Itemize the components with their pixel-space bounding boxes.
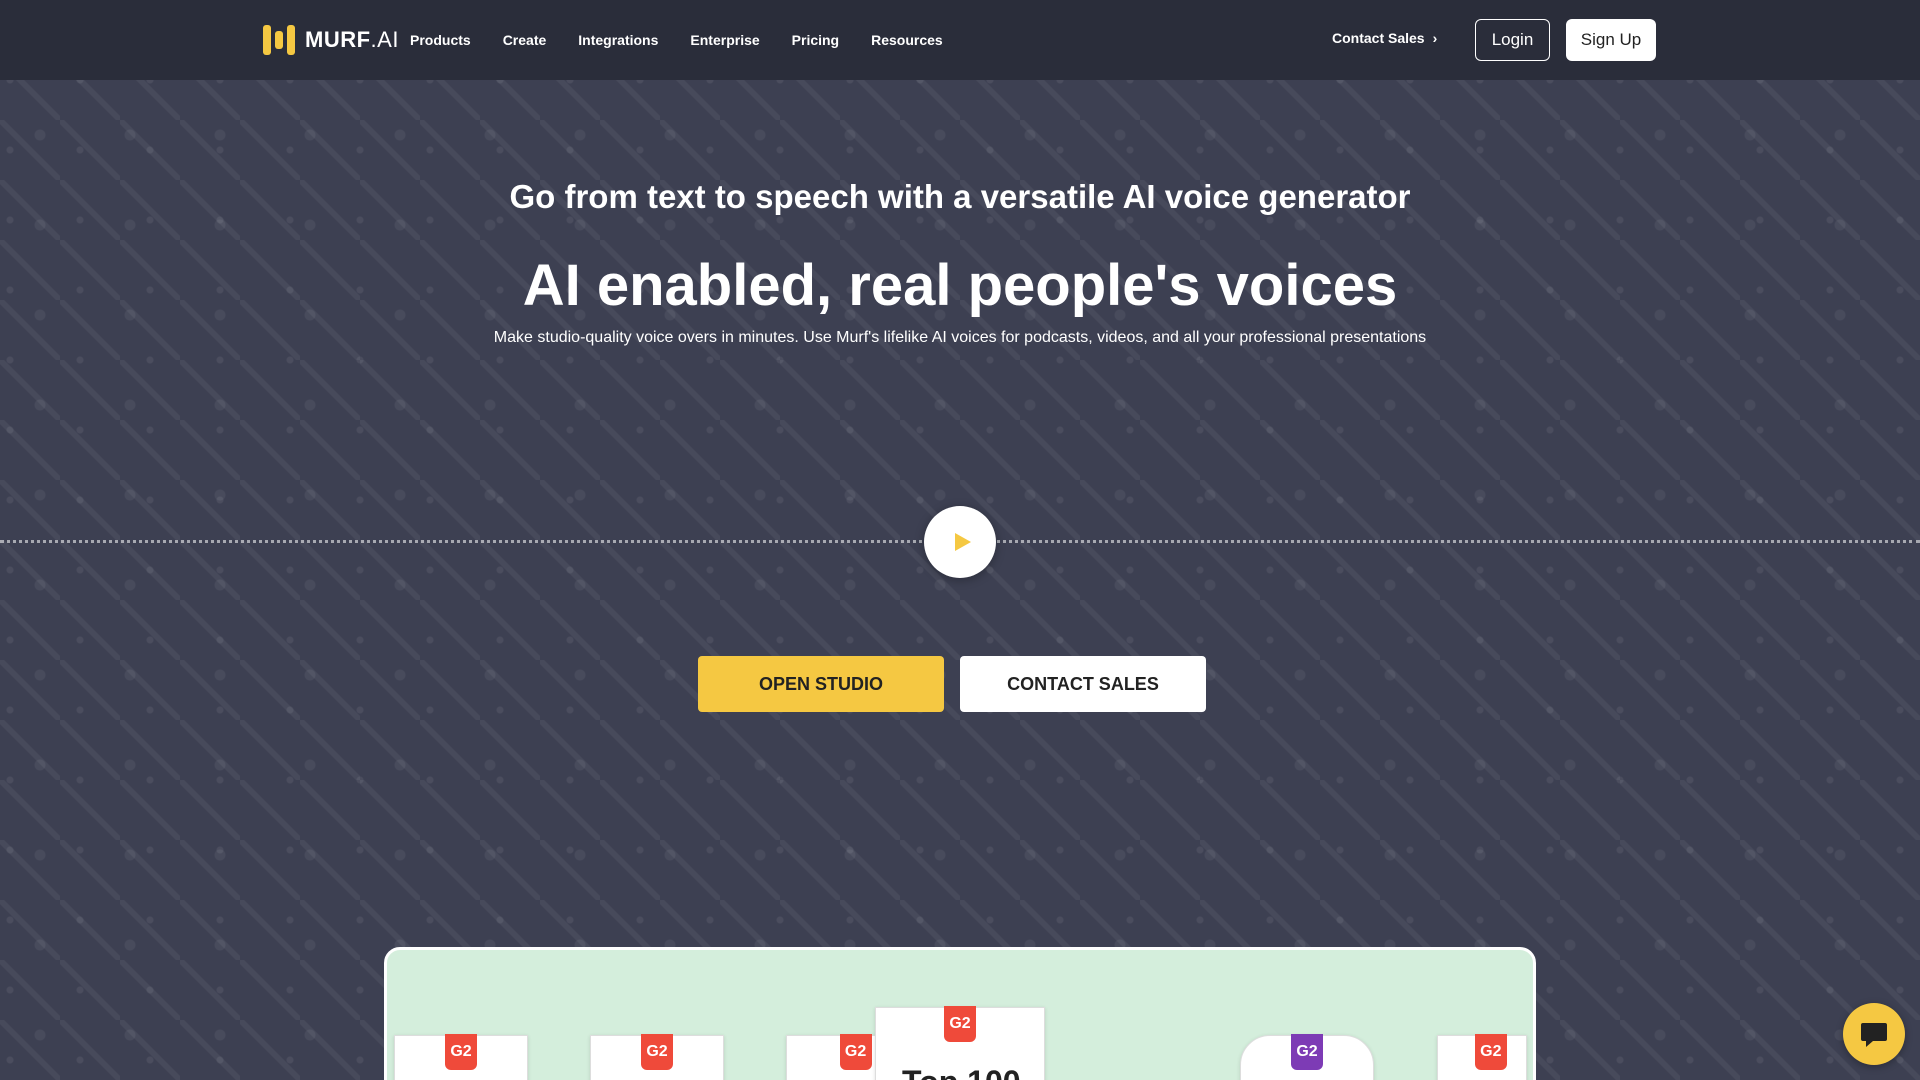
contact-sales-button[interactable]: CONTACT SALES bbox=[960, 656, 1206, 712]
awards-panel: G2 G2 G2 G2 Top 100 G2 G2 bbox=[384, 947, 1536, 1080]
hero-subtitle: Go from text to speech with a versatile … bbox=[509, 178, 1411, 215]
hero-title: AI enabled, real people's voices bbox=[522, 253, 1398, 318]
play-icon bbox=[954, 533, 971, 551]
g2-badge: G2 bbox=[394, 1034, 528, 1080]
open-studio-button[interactable]: OPEN STUDIO bbox=[698, 656, 944, 712]
nav-integrations[interactable]: Integrations bbox=[578, 32, 658, 48]
badge-title: Top 100 bbox=[902, 1064, 1021, 1080]
g2-logo-icon: G2 bbox=[641, 1034, 673, 1070]
navbar: MURF.AI Products Create Integrations Ent… bbox=[0, 0, 1920, 80]
hero-description: Make studio-quality voice overs in minut… bbox=[493, 329, 1427, 346]
g2-badge: G2 bbox=[590, 1034, 724, 1080]
g2-logo-icon: G2 bbox=[839, 1034, 872, 1070]
login-button[interactable]: Login bbox=[1475, 19, 1550, 61]
g2-logo-icon: G2 bbox=[1291, 1034, 1323, 1070]
chevron-right-icon: › bbox=[1432, 30, 1438, 46]
nav-products[interactable]: Products bbox=[410, 32, 471, 48]
signup-button[interactable]: Sign Up bbox=[1566, 19, 1656, 61]
g2-badge: G2 bbox=[1437, 1034, 1527, 1080]
chat-icon bbox=[1861, 1023, 1887, 1047]
g2-badge: G2 bbox=[1240, 1034, 1374, 1080]
g2-top-100-badge: G2 Top 100 bbox=[875, 1006, 1045, 1080]
murf-logo-icon bbox=[263, 25, 295, 55]
chat-widget-button[interactable] bbox=[1843, 1003, 1905, 1065]
brand-name: MURF.AI bbox=[305, 27, 399, 52]
nav-pricing[interactable]: Pricing bbox=[792, 32, 839, 48]
nav-create[interactable]: Create bbox=[503, 32, 547, 48]
g2-logo-icon: G2 bbox=[445, 1034, 477, 1070]
main-nav: Products Create Integrations Enterprise … bbox=[410, 0, 975, 80]
murf-logo[interactable]: MURF.AI bbox=[263, 25, 399, 55]
contact-sales-link[interactable]: Contact Sales › bbox=[1332, 30, 1437, 46]
g2-logo-icon: G2 bbox=[944, 1006, 976, 1042]
g2-badge: G2 bbox=[786, 1034, 886, 1080]
nav-resources[interactable]: Resources bbox=[871, 32, 943, 48]
play-button[interactable] bbox=[924, 506, 996, 578]
contact-sales-label: Contact Sales bbox=[1332, 30, 1425, 46]
g2-logo-icon: G2 bbox=[1474, 1034, 1507, 1070]
nav-enterprise[interactable]: Enterprise bbox=[690, 32, 759, 48]
